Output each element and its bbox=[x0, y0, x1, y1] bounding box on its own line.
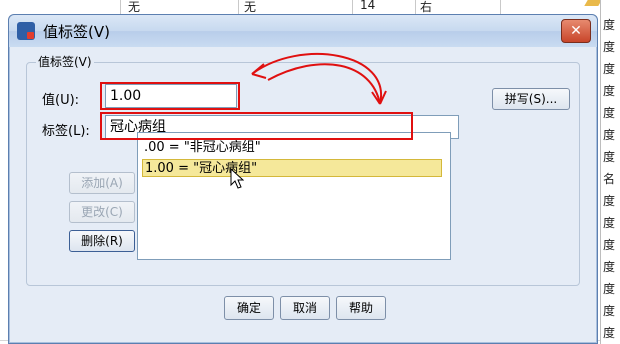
mouse-pointer-icon bbox=[230, 168, 244, 189]
annotation-arrows bbox=[251, 53, 387, 105]
